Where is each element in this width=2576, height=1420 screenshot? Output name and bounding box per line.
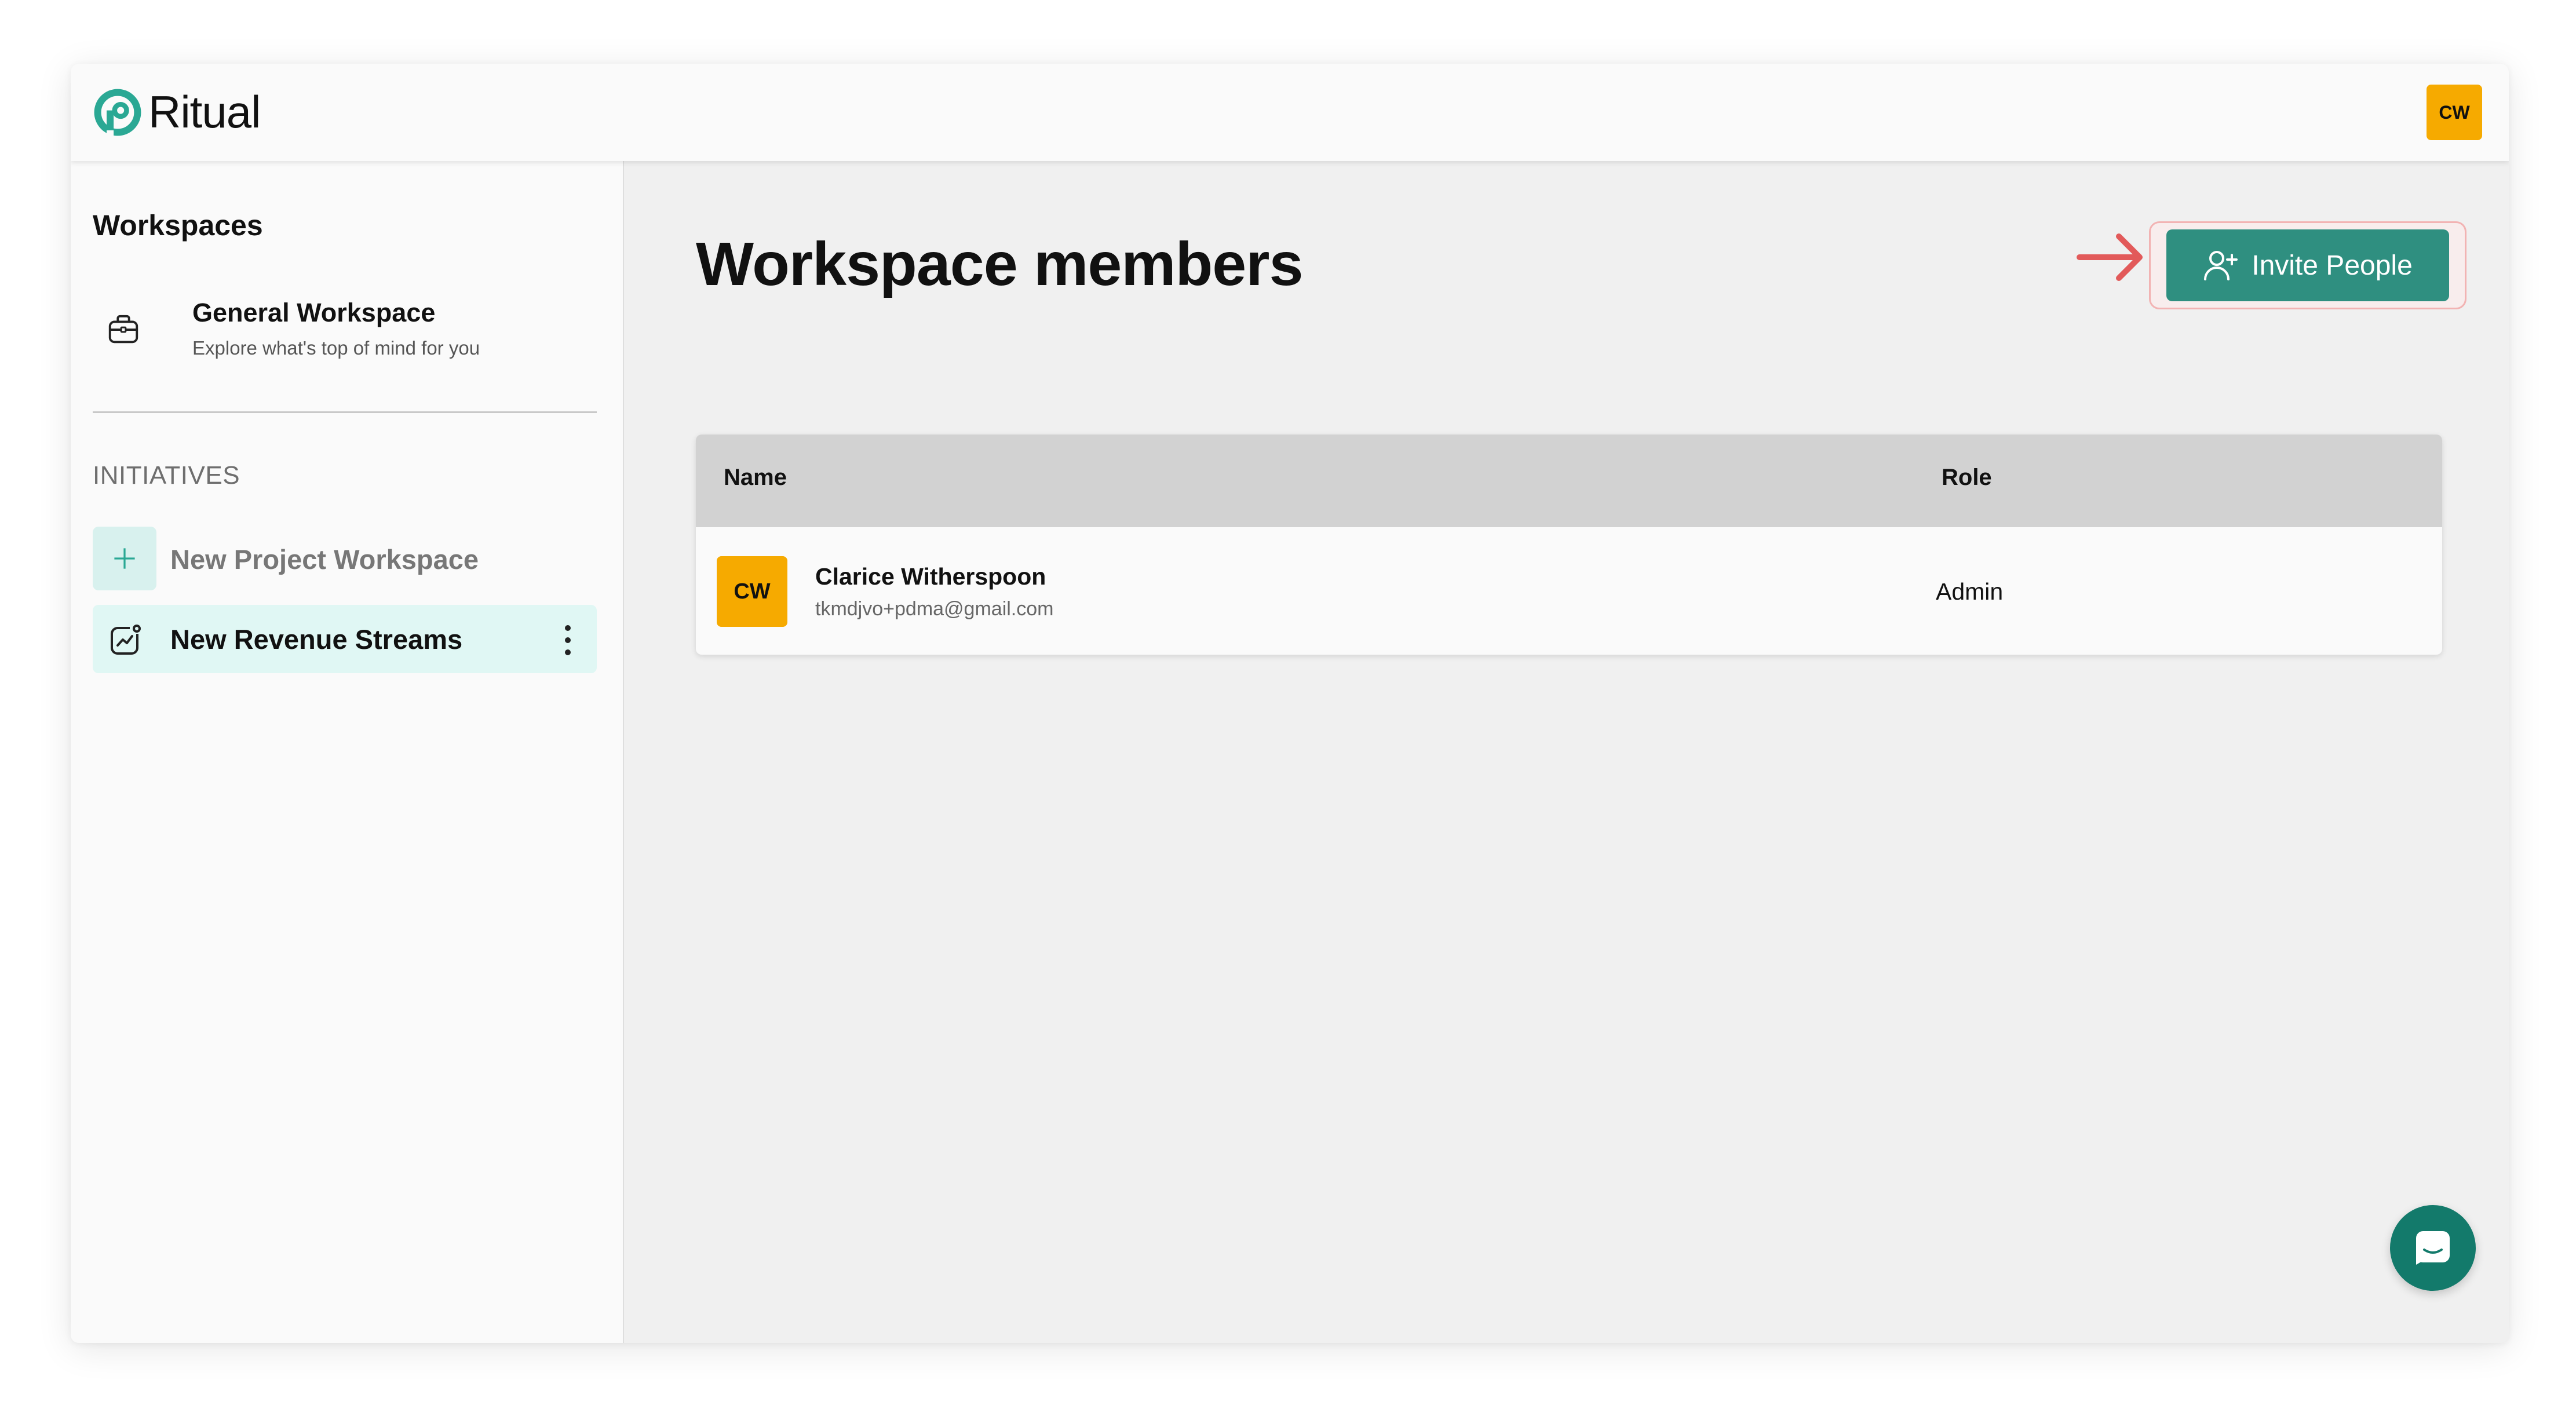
member-email: tkmdjvo+pdma@gmail.com	[815, 598, 1054, 620]
initiatives-section-label: INITIATIVES	[93, 461, 240, 490]
members-table: Name Role CW Clarice Witherspoon tkmdjvo…	[696, 435, 2442, 655]
sidebar: Workspaces General Workspace Explore wha…	[71, 161, 624, 1343]
member-role: Admin	[1936, 578, 2004, 605]
sidebar-item-general-workspace[interactable]: General Workspace Explore what's top of …	[93, 295, 597, 371]
sidebar-item-label: New Project Workspace	[170, 543, 479, 575]
more-options-icon[interactable]	[562, 625, 574, 656]
sidebar-item-new-revenue-streams[interactable]: New Revenue Streams	[93, 605, 597, 673]
ritual-logo[interactable]: Ritual	[93, 86, 261, 138]
general-workspace-subtitle: Explore what's top of mind for you	[192, 337, 480, 359]
annotation-arrow-icon	[2077, 233, 2143, 281]
chat-icon	[2416, 1231, 2450, 1265]
member-name: Clarice Witherspoon	[815, 563, 1046, 590]
member-avatar: CW	[717, 556, 787, 627]
sidebar-item-label: New Revenue Streams	[170, 623, 463, 655]
main-content: Workspace members Invite People Name Rol…	[625, 161, 2509, 1343]
ritual-logo-icon	[94, 89, 141, 136]
app-window: Ritual CW Workspaces General Workspace E…	[71, 64, 2509, 1343]
column-header-name[interactable]: Name	[724, 465, 787, 491]
invite-people-button[interactable]: Invite People	[2166, 229, 2449, 301]
column-header-role[interactable]: Role	[1942, 465, 1992, 491]
chat-launcher-button[interactable]	[2390, 1205, 2476, 1291]
logo-text: Ritual	[148, 86, 261, 137]
add-user-icon	[2204, 251, 2238, 280]
top-header: Ritual CW	[71, 64, 2509, 161]
page-title: Workspace members	[696, 230, 1303, 298]
plus-icon	[93, 527, 156, 590]
briefcase-icon	[108, 315, 138, 344]
sidebar-item-new-project-workspace[interactable]: New Project Workspace	[93, 525, 597, 593]
invite-people-label: Invite People	[2252, 250, 2413, 281]
user-avatar[interactable]: CW	[2427, 85, 2482, 140]
chart-icon	[111, 623, 143, 655]
sidebar-divider	[93, 411, 597, 413]
sidebar-title: Workspaces	[93, 209, 263, 242]
general-workspace-name: General Workspace	[192, 298, 436, 327]
table-row[interactable]: CW Clarice Witherspoon tkmdjvo+pdma@gmai…	[696, 527, 2442, 655]
table-header: Name Role	[696, 435, 2442, 527]
